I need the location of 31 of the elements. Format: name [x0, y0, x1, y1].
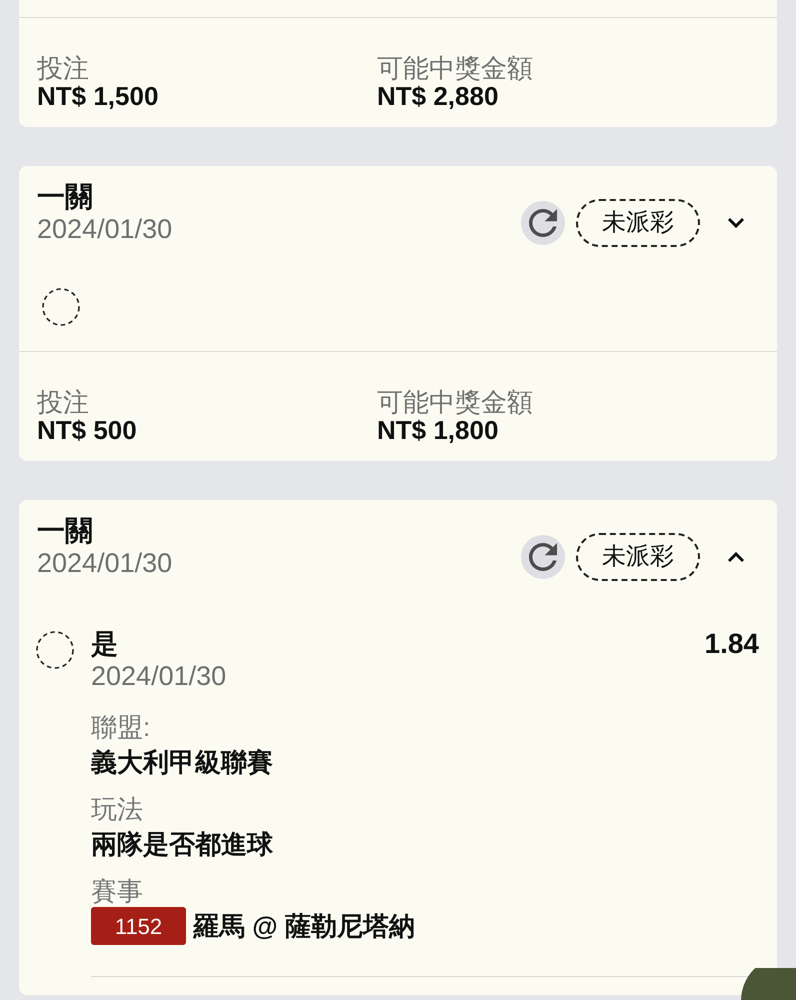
detail-label: 聯盟: [91, 711, 152, 743]
payout-label: 可能中獎金額 [377, 54, 534, 82]
selection-pick: 是 [91, 628, 118, 660]
odds-value: 1.84 [704, 628, 759, 660]
refresh-icon [529, 542, 557, 570]
detail-value: 羅馬 @ 薩勒尼塔納 [193, 910, 415, 943]
refresh-button[interactable] [521, 200, 565, 244]
stake-amount: NT$ 500 [37, 416, 138, 444]
status-tag: 未派彩 [576, 198, 700, 246]
refresh-icon [529, 208, 557, 236]
detail-value: 兩隊是否都進球 [91, 828, 274, 861]
stake-label: 投注 [37, 54, 90, 82]
chevron-up-icon [727, 550, 745, 562]
refresh-button[interactable] [521, 534, 565, 578]
status-tag: 未派彩 [576, 532, 700, 580]
match-number-tag: 1152 [91, 907, 186, 945]
payout-label: 可能中獎金額 [377, 388, 534, 416]
stake-label: 投注 [37, 388, 90, 416]
chevron-down-icon [727, 216, 745, 228]
bet-type-title: 一關 [37, 515, 94, 547]
payout-amount: NT$ 2,880 [377, 82, 500, 110]
floating-action-button[interactable] [741, 968, 796, 1000]
detail-label: 賽事 [91, 875, 144, 907]
bet-date: 2024/01/30 [37, 547, 172, 579]
selection-date: 2024/01/30 [91, 660, 228, 692]
detail-value: 義大利甲級聯賽 [91, 746, 274, 779]
bet-date: 2024/01/30 [37, 213, 172, 245]
detail-label: 玩法 [91, 793, 144, 825]
stake-amount: NT$ 1,500 [37, 82, 160, 110]
bet-type-title: 一關 [37, 181, 94, 213]
payout-amount: NT$ 1,800 [377, 416, 500, 444]
